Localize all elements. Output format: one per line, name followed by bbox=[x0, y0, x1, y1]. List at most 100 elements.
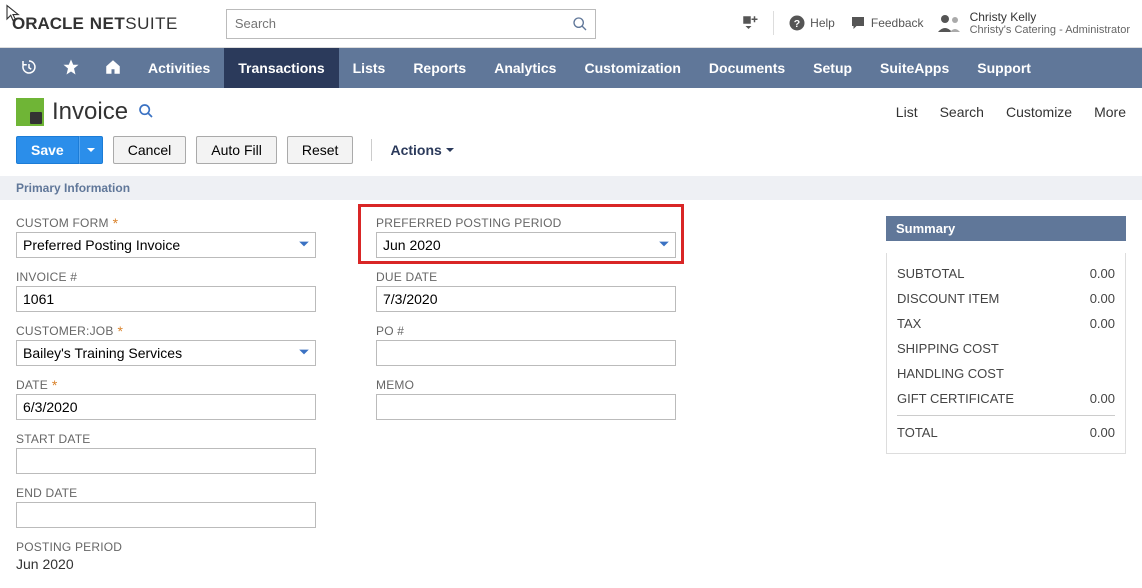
history-icon[interactable] bbox=[8, 58, 50, 79]
section-primary-info: Primary Information bbox=[0, 176, 1142, 200]
reset-button[interactable]: Reset bbox=[287, 136, 354, 164]
user-role: Christy's Catering - Administrator bbox=[970, 24, 1130, 37]
summary-row-handling: HANDLING COST bbox=[897, 361, 1115, 386]
create-new-icon[interactable] bbox=[741, 14, 759, 32]
nav-lists[interactable]: Lists bbox=[339, 48, 400, 88]
header-right: ? Help Feedback Christy Kelly Christy's … bbox=[741, 10, 1130, 38]
link-list[interactable]: List bbox=[896, 104, 918, 120]
form-body: CUSTOM FORM* INVOICE # CUSTOMER:JOB* DAT… bbox=[0, 200, 1142, 588]
save-button[interactable]: Save bbox=[16, 136, 79, 164]
label-customer: CUSTOMER:JOB* bbox=[16, 324, 316, 338]
summary-row-giftcert: GIFT CERTIFICATE0.00 bbox=[897, 386, 1115, 411]
user-menu[interactable]: Christy Kelly Christy's Catering - Admin… bbox=[938, 10, 1130, 38]
label-start-date: START DATE bbox=[16, 432, 316, 446]
link-customize[interactable]: Customize bbox=[1006, 104, 1072, 120]
label-po: PO # bbox=[376, 324, 676, 338]
nav-transactions[interactable]: Transactions bbox=[224, 48, 338, 88]
star-icon[interactable] bbox=[50, 58, 92, 79]
user-text: Christy Kelly Christy's Catering - Admin… bbox=[970, 10, 1130, 38]
form-col-2: PREFERRED POSTING PERIOD DUE DATE PO # M… bbox=[376, 216, 676, 420]
select-pref-posting[interactable] bbox=[376, 232, 676, 258]
label-memo: MEMO bbox=[376, 378, 676, 392]
logo-netsuite-text: NETSUITE bbox=[90, 14, 178, 34]
actions-menu[interactable]: Actions bbox=[390, 142, 454, 158]
select-customer[interactable] bbox=[16, 340, 316, 366]
summary-panel: Summary SUBTOTAL0.00 DISCOUNT ITEM0.00 T… bbox=[886, 216, 1126, 454]
nav-suiteapps[interactable]: SuiteApps bbox=[866, 48, 963, 88]
search-icon[interactable] bbox=[572, 16, 588, 35]
field-customer: CUSTOMER:JOB* bbox=[16, 324, 316, 366]
title-right-links: List Search Customize More bbox=[896, 104, 1126, 120]
field-end-date: END DATE bbox=[16, 486, 316, 528]
nav-analytics[interactable]: Analytics bbox=[480, 48, 570, 88]
label-due-date: DUE DATE bbox=[376, 270, 676, 284]
record-search-icon[interactable] bbox=[138, 103, 154, 122]
field-due-date: DUE DATE bbox=[376, 270, 676, 312]
search-input[interactable] bbox=[226, 9, 596, 39]
app-header: ORACLE NETSUITE ? Help Feedback Christy … bbox=[0, 0, 1142, 48]
cursor-icon bbox=[4, 4, 22, 22]
main-nav: Activities Transactions Lists Reports An… bbox=[0, 48, 1142, 88]
link-search[interactable]: Search bbox=[940, 104, 984, 120]
logo-oracle-text: ORACLE bbox=[12, 14, 84, 34]
field-date: DATE* bbox=[16, 378, 316, 420]
start-date-input[interactable] bbox=[16, 448, 316, 474]
nav-reports[interactable]: Reports bbox=[399, 48, 480, 88]
pref-posting-input[interactable] bbox=[376, 232, 676, 258]
label-posting-period: POSTING PERIOD bbox=[16, 540, 316, 554]
posting-period-value: Jun 2020 bbox=[16, 556, 316, 572]
home-icon[interactable] bbox=[92, 58, 134, 79]
nav-documents[interactable]: Documents bbox=[695, 48, 799, 88]
feedback-link[interactable]: Feedback bbox=[849, 14, 924, 32]
nav-support[interactable]: Support bbox=[963, 48, 1045, 88]
label-custom-form: CUSTOM FORM* bbox=[16, 216, 316, 230]
field-memo: MEMO bbox=[376, 378, 676, 420]
summary-divider bbox=[897, 415, 1115, 416]
summary-row-discount: DISCOUNT ITEM0.00 bbox=[897, 286, 1115, 311]
nav-activities[interactable]: Activities bbox=[134, 48, 224, 88]
divider bbox=[773, 11, 774, 35]
summary-row-tax: TAX0.00 bbox=[897, 311, 1115, 336]
custom-form-input[interactable] bbox=[16, 232, 316, 258]
label-end-date: END DATE bbox=[16, 486, 316, 500]
cancel-button[interactable]: Cancel bbox=[113, 136, 187, 164]
invoice-num-input[interactable] bbox=[16, 286, 316, 312]
save-dropdown[interactable] bbox=[79, 136, 103, 164]
autofill-button[interactable]: Auto Fill bbox=[196, 136, 277, 164]
user-icon bbox=[938, 14, 962, 32]
po-input[interactable] bbox=[376, 340, 676, 366]
action-row: Save Cancel Auto Fill Reset Actions bbox=[0, 130, 1142, 176]
summary-row-subtotal: SUBTOTAL0.00 bbox=[897, 261, 1115, 286]
label-invoice-num: INVOICE # bbox=[16, 270, 316, 284]
memo-input[interactable] bbox=[376, 394, 676, 420]
form-col-1: CUSTOM FORM* INVOICE # CUSTOMER:JOB* DAT… bbox=[16, 216, 316, 572]
due-date-input[interactable] bbox=[376, 286, 676, 312]
help-link[interactable]: ? Help bbox=[788, 14, 835, 32]
date-input[interactable] bbox=[16, 394, 316, 420]
summary-body: SUBTOTAL0.00 DISCOUNT ITEM0.00 TAX0.00 S… bbox=[886, 253, 1126, 454]
summary-row-shipping: SHIPPING COST bbox=[897, 336, 1115, 361]
global-search bbox=[226, 9, 596, 39]
field-posting-period: POSTING PERIOD Jun 2020 bbox=[16, 540, 316, 572]
label-pref-posting: PREFERRED POSTING PERIOD bbox=[376, 216, 676, 230]
invoice-icon bbox=[16, 98, 44, 126]
summary-row-total: TOTAL0.00 bbox=[897, 420, 1115, 445]
title-bar: Invoice List Search Customize More bbox=[0, 88, 1142, 130]
field-start-date: START DATE bbox=[16, 432, 316, 474]
link-more[interactable]: More bbox=[1094, 104, 1126, 120]
nav-setup[interactable]: Setup bbox=[799, 48, 866, 88]
divider bbox=[371, 139, 372, 161]
summary-title: Summary bbox=[886, 216, 1126, 241]
label-date: DATE* bbox=[16, 378, 316, 392]
end-date-input[interactable] bbox=[16, 502, 316, 528]
user-name: Christy Kelly bbox=[970, 10, 1130, 24]
save-button-group: Save bbox=[16, 136, 103, 164]
svg-text:?: ? bbox=[794, 18, 800, 30]
customer-input[interactable] bbox=[16, 340, 316, 366]
select-custom-form[interactable] bbox=[16, 232, 316, 258]
page-title: Invoice bbox=[52, 98, 128, 126]
field-po: PO # bbox=[376, 324, 676, 366]
field-pref-posting: PREFERRED POSTING PERIOD bbox=[376, 216, 676, 258]
nav-customization[interactable]: Customization bbox=[570, 48, 694, 88]
logo: ORACLE NETSUITE bbox=[12, 14, 178, 34]
